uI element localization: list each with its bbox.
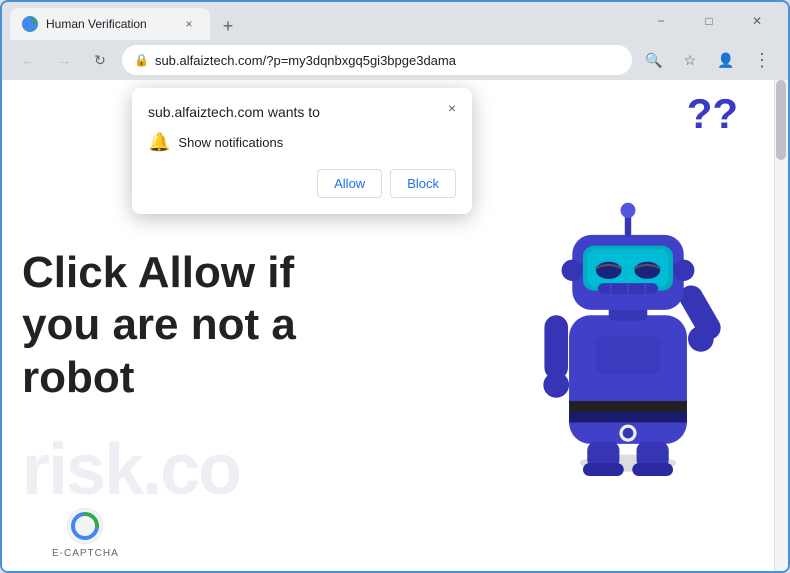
title-bar: Human Verification × + − □ ✕ [2,2,788,40]
ecaptcha-icon [67,508,103,544]
popup-close-button[interactable]: × [442,98,462,118]
new-tab-button[interactable]: + [214,12,242,40]
tab-title: Human Verification [46,17,172,31]
close-button[interactable]: ✕ [734,5,780,37]
back-button[interactable]: ← [14,46,42,74]
robot-illustration: ?? [488,80,768,571]
allow-button[interactable]: Allow [317,169,382,198]
block-button[interactable]: Block [390,169,456,198]
main-heading: Click Allow if you are not a robot [22,246,362,404]
window-controls: − □ ✕ [638,5,780,37]
page-content: risk.co Click Allow if you are not a rob… [2,80,788,571]
search-icon[interactable]: 🔍 [640,46,668,74]
refresh-button[interactable]: ↻ [86,46,114,74]
scrollbar-thumb[interactable] [776,80,786,160]
page-background: risk.co Click Allow if you are not a rob… [2,80,788,571]
tab-favicon [22,16,38,32]
popup-title: sub.alfaiztech.com wants to [148,104,456,120]
active-tab[interactable]: Human Verification × [10,8,210,40]
maximize-button[interactable]: □ [686,5,732,37]
menu-button[interactable]: ⋮ [748,46,776,74]
bell-icon: 🔔 [148,132,170,153]
forward-button[interactable]: → [50,46,78,74]
ecaptcha-logo-area: E-CAPTCHA [52,508,119,559]
minimize-button[interactable]: − [638,5,684,37]
browser-window: Human Verification × + − □ ✕ ← → ↻ 🔒 sub… [0,0,790,573]
tab-container: Human Verification × + [10,2,634,40]
robot-svg [518,176,738,476]
url-text: sub.alfaiztech.com/?p=my3dqnbxgq5gi3bpge… [155,53,620,68]
scrollbar[interactable] [774,80,788,571]
bookmark-icon[interactable]: ☆ [676,46,704,74]
watermark-text: risk.co [22,429,240,511]
ecaptcha-label: E-CAPTCHA [52,548,119,559]
profile-icon[interactable]: 👤 [712,46,740,74]
notification-text: Show notifications [178,135,283,150]
popup-buttons: Allow Block [148,169,456,198]
url-bar[interactable]: 🔒 sub.alfaiztech.com/?p=my3dqnbxgq5gi3bp… [122,45,632,75]
tab-close-button[interactable]: × [180,15,198,33]
question-marks: ?? [687,90,738,138]
address-bar: ← → ↻ 🔒 sub.alfaiztech.com/?p=my3dqnbxgq… [2,40,788,80]
notification-popup: × sub.alfaiztech.com wants to 🔔 Show not… [132,88,472,214]
popup-notification-row: 🔔 Show notifications [148,132,456,153]
lock-icon: 🔒 [134,53,149,67]
